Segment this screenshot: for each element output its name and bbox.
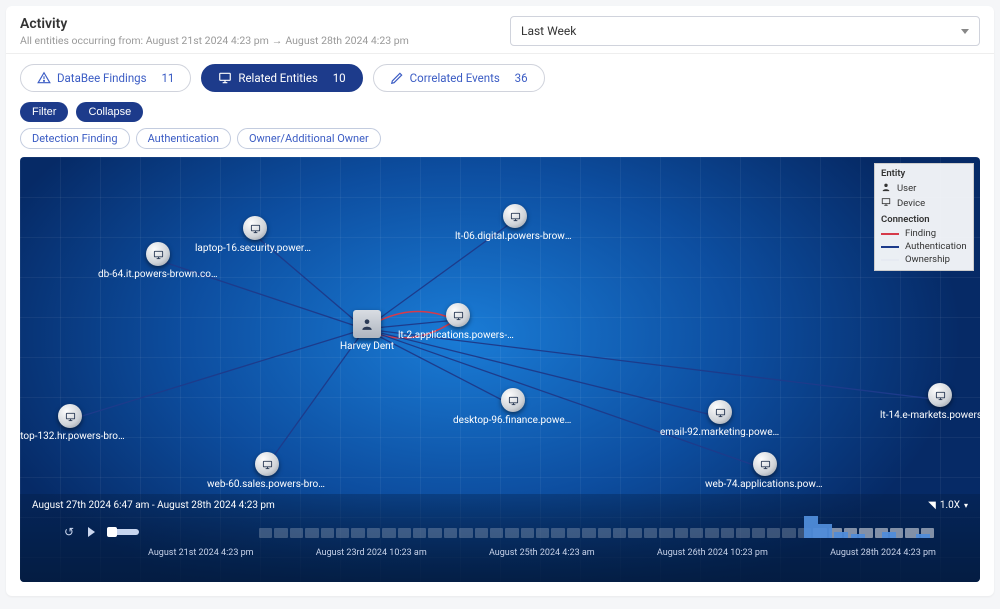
subtitle-prefix: All entities occurring from:	[20, 34, 146, 47]
chip-detection-finding[interactable]: Detection Finding	[20, 128, 130, 149]
device-node[interactable]: lt-2.applications.powers-br...	[398, 303, 518, 341]
device-node[interactable]: lt-06.digital.powers-brown.com	[455, 204, 575, 242]
tab-label: DataBee Findings	[57, 71, 147, 85]
device-icon	[753, 452, 777, 476]
dropdown-selected: Last Week	[521, 24, 576, 38]
timeline-range-label: August 27th 2024 6:47 am - August 28th 2…	[32, 500, 275, 511]
device-node[interactable]: lt-14.e-markets.powers-brow...	[880, 383, 980, 421]
node-label: web-74.applications.powers-...	[705, 479, 825, 490]
rewind-icon[interactable]: ↺	[64, 525, 74, 539]
node-label: desktop-96.finance.powers-b...	[453, 415, 573, 426]
tick-label: August 25th 2024 4:23 am	[489, 548, 595, 558]
warning-icon	[37, 71, 51, 85]
tab-correlated-events[interactable]: Correlated Events 36	[373, 64, 545, 92]
authentication-line-icon	[881, 246, 899, 248]
tick-label: August 23rd 2024 10:23 am	[316, 548, 427, 558]
node-label: db-64.it.powers-brown.com	[98, 269, 218, 280]
user-node-center[interactable]: Harvey Dent	[340, 310, 394, 352]
timeline-bar	[818, 524, 832, 538]
subtitle-from: August 21st 2024 4:23 pm	[146, 34, 269, 47]
chip-owner[interactable]: Owner/Additional Owner	[237, 128, 381, 149]
legend-finding: Finding	[881, 227, 967, 240]
tab-databee-findings[interactable]: DataBee Findings 11	[20, 64, 191, 92]
device-node[interactable]: web-60.sales.powers-brown.com	[207, 452, 327, 490]
legend-panel: Entity User Device Connection Finding	[874, 163, 974, 271]
device-icon	[255, 452, 279, 476]
node-label: lt-06.digital.powers-brown.com	[455, 231, 575, 242]
timeline-bar	[834, 532, 848, 538]
device-icon	[243, 216, 267, 240]
node-label: lt-14.e-markets.powers-brow...	[880, 410, 980, 421]
tab-label: Correlated Events	[410, 71, 500, 85]
tab-count: 10	[333, 71, 346, 85]
device-node[interactable]: desktop-96.finance.powers-b...	[453, 388, 573, 426]
device-node[interactable]: web-74.applications.powers-...	[705, 452, 825, 490]
device-node[interactable]: email-92.marketing.powers-b...	[660, 400, 780, 438]
device-icon	[218, 71, 232, 85]
tab-count: 36	[515, 71, 528, 85]
pencil-icon	[390, 71, 404, 85]
timeline-tick-labels: August 21st 2024 4:23 pm August 23rd 202…	[28, 548, 972, 558]
device-icon	[501, 388, 525, 412]
header: Activity All entities occurring from: Au…	[6, 6, 994, 54]
chevron-down-icon: ▾	[964, 501, 968, 510]
user-icon	[881, 182, 891, 195]
legend-ownership: Ownership	[881, 253, 967, 266]
collapse-button[interactable]: Collapse	[76, 102, 143, 122]
tick-label: August 28th 2024 4:23 pm	[830, 548, 936, 558]
play-icon[interactable]	[88, 527, 95, 537]
speed-slider[interactable]	[109, 529, 139, 535]
legend-user: User	[881, 181, 967, 196]
graph-canvas[interactable]: lt-2.applications.powers-br... db-64.it.p…	[20, 157, 980, 582]
finding-line-icon	[881, 233, 899, 235]
device-node[interactable]: laptop-16.security.powers-b...	[195, 216, 315, 254]
legend-entity-title: Entity	[881, 168, 967, 179]
timeline-track[interactable]	[259, 516, 936, 546]
legend-authentication: Authentication	[881, 240, 967, 253]
node-label: lt-2.applications.powers-br...	[398, 330, 518, 341]
legend-device: Device	[881, 196, 967, 211]
device-icon	[58, 404, 82, 428]
filter-chips: Detection Finding Authentication Owner/A…	[6, 128, 994, 157]
node-label: sktop-132.hr.powers-brown...	[20, 431, 130, 442]
timeline-bar	[882, 532, 896, 538]
timeline-bar	[804, 516, 818, 538]
timeline-bar	[851, 534, 865, 538]
node-label: email-92.marketing.powers-b...	[660, 427, 780, 438]
legend-connection-title: Connection	[881, 214, 967, 225]
playback-speed[interactable]: ◥ 1.0X ▾	[928, 500, 968, 511]
device-icon	[446, 303, 470, 327]
time-range-dropdown[interactable]: Last Week	[510, 16, 980, 46]
tabs: DataBee Findings 11 Related Entities 10 …	[6, 54, 994, 96]
filter-button[interactable]: Filter	[20, 102, 68, 122]
ownership-line-icon	[881, 259, 899, 261]
device-icon	[928, 383, 952, 407]
tick-label: August 21st 2024 4:23 pm	[148, 548, 254, 558]
tab-label: Related Entities	[238, 71, 317, 85]
chip-authentication[interactable]: Authentication	[136, 128, 231, 149]
action-buttons: Filter Collapse	[6, 96, 994, 128]
device-node[interactable]: sktop-132.hr.powers-brown...	[20, 404, 130, 442]
timeline-bar	[916, 534, 930, 538]
node-label: laptop-16.security.powers-b...	[195, 243, 315, 254]
page-title: Activity	[20, 16, 409, 32]
time-range-caption: All entities occurring from: August 21st…	[20, 34, 409, 47]
device-icon	[146, 242, 170, 266]
subtitle-to: August 28th 2024 4:23 pm	[285, 34, 409, 47]
tab-related-entities[interactable]: Related Entities 10	[201, 64, 362, 92]
chevron-down-icon	[961, 29, 969, 34]
device-icon	[503, 204, 527, 228]
node-label: web-60.sales.powers-brown.com	[207, 479, 327, 490]
timeline-panel: August 27th 2024 6:47 am - August 28th 2…	[20, 494, 980, 582]
speed-flag-icon: ◥	[928, 500, 936, 511]
playback-controls: ↺	[28, 525, 139, 539]
device-icon	[881, 197, 891, 210]
node-label: Harvey Dent	[340, 341, 394, 352]
user-icon	[353, 310, 381, 338]
tick-label: August 26th 2024 10:23 pm	[657, 548, 768, 558]
tab-count: 11	[161, 71, 174, 85]
device-icon	[708, 400, 732, 424]
arrow-icon: →	[272, 34, 283, 47]
